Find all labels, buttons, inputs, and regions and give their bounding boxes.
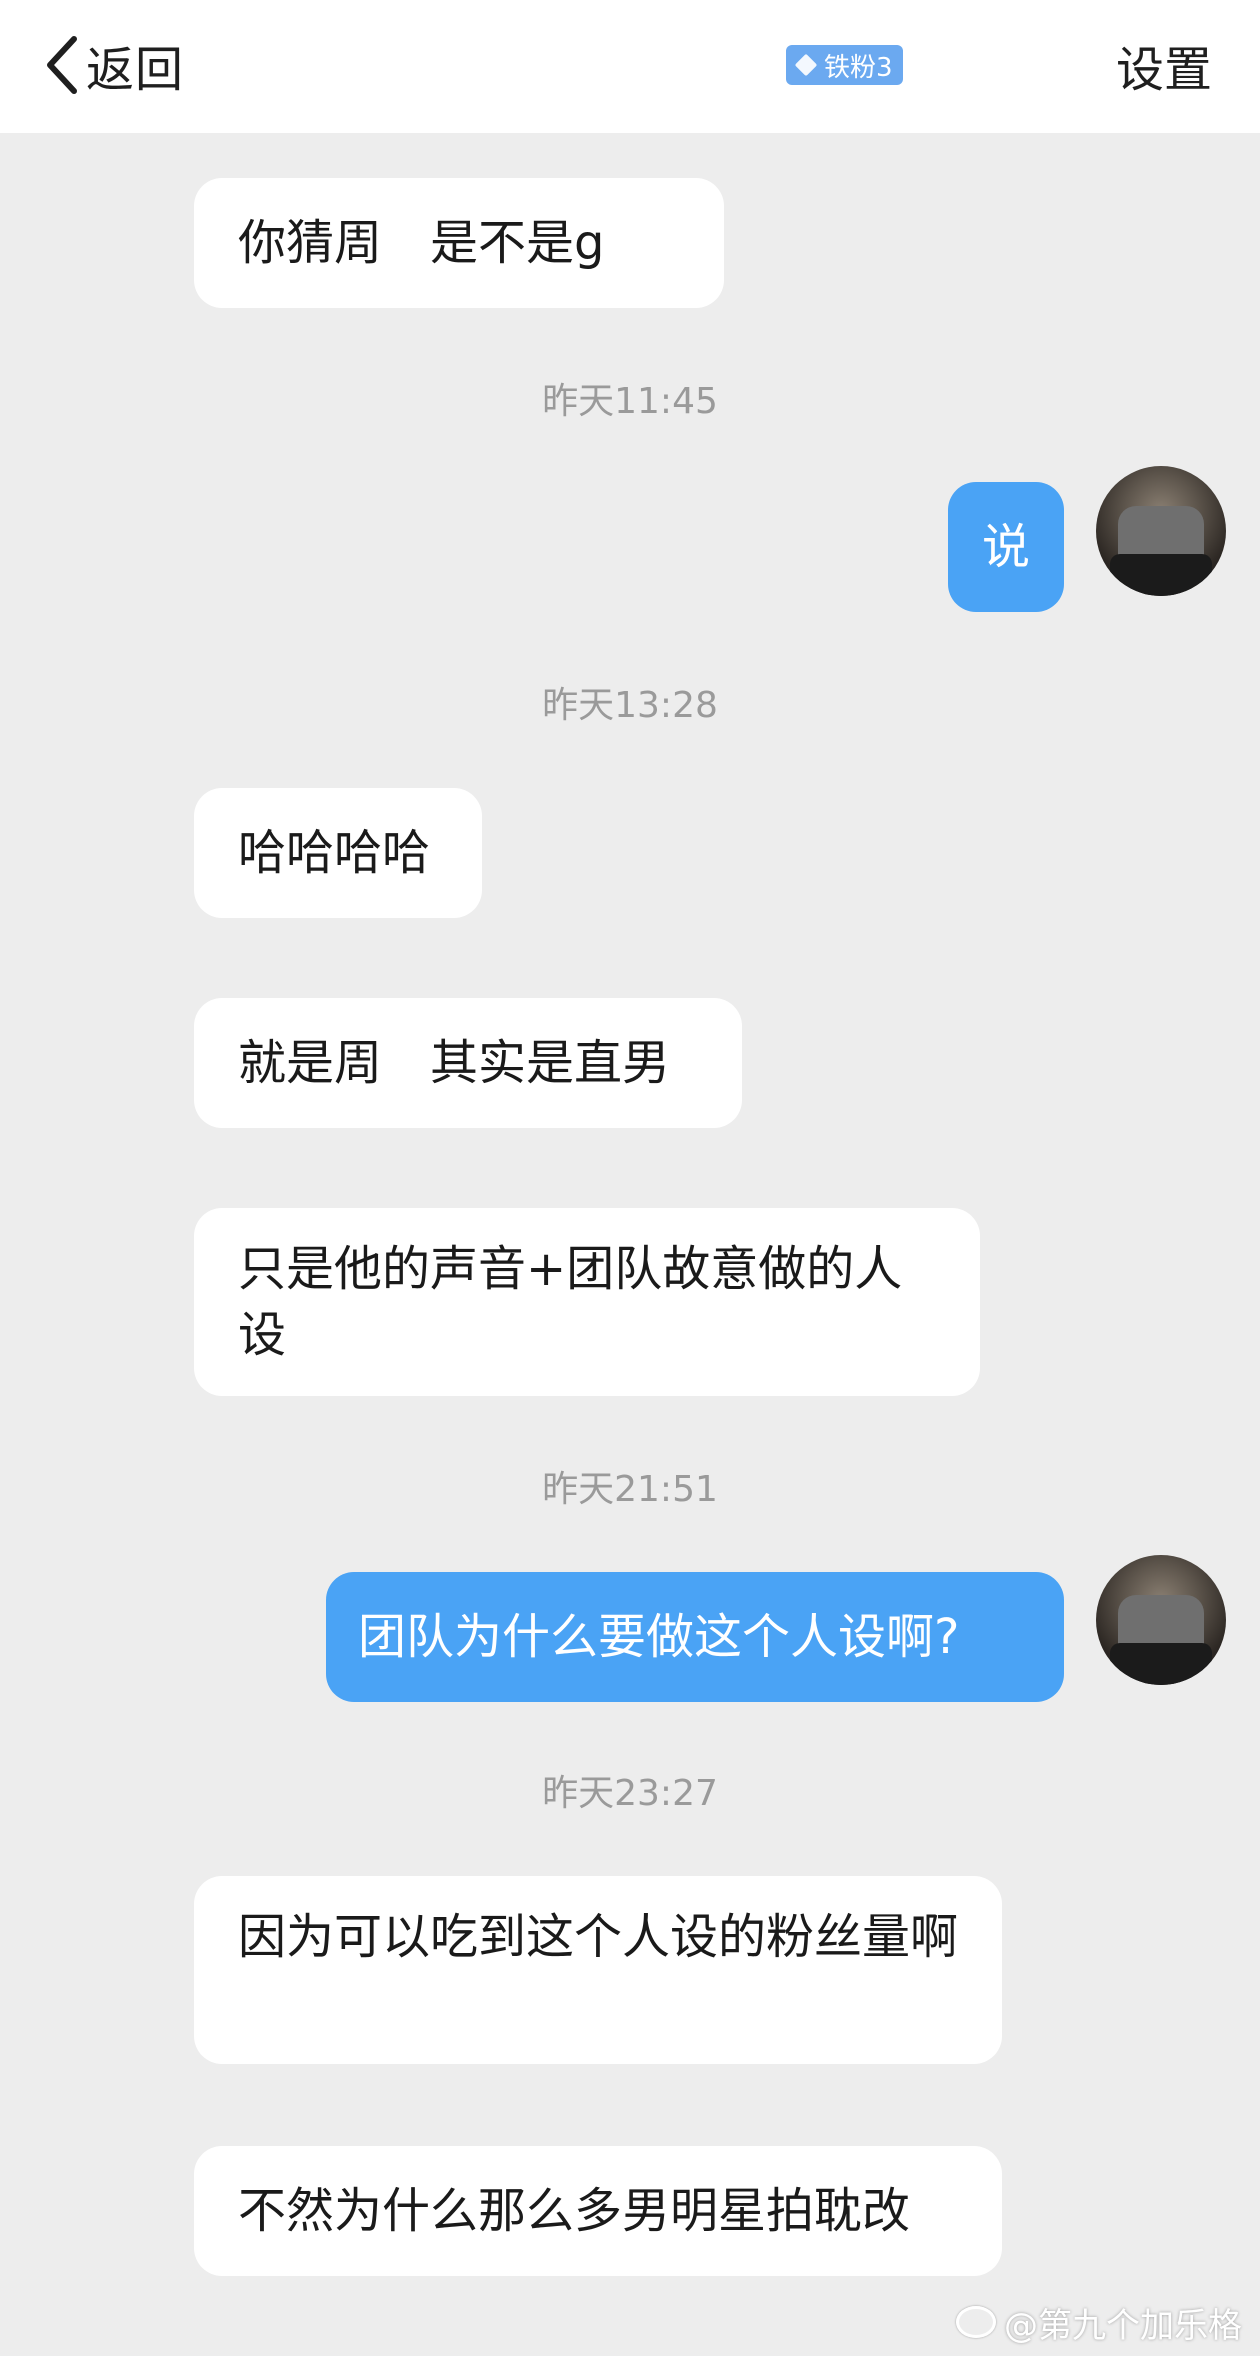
- timestamp: 昨天23:27: [542, 1773, 718, 1814]
- timestamp: 昨天21:51: [542, 1469, 718, 1510]
- timestamp: 昨天11:45: [542, 381, 718, 422]
- top-bar: 返回 铁粉3 设置: [0, 0, 1260, 133]
- back-button[interactable]: 返回: [44, 30, 184, 100]
- watermark-label: @第九个加乐格: [1004, 2305, 1242, 2346]
- weibo-icon: [956, 2306, 996, 2338]
- message-bubble-incoming[interactable]: 因为可以吃到这个人设的粉丝量啊: [194, 1876, 1002, 2064]
- message-bubble-outgoing[interactable]: 团队为什么要做这个人设啊?: [326, 1572, 1064, 1702]
- settings-button[interactable]: 设置: [1116, 30, 1212, 100]
- timestamp: 昨天13:28: [542, 685, 718, 726]
- chevron-left-icon: [44, 35, 80, 95]
- message-bubble-incoming[interactable]: 哈哈哈哈: [194, 788, 482, 918]
- diamond-icon: [794, 53, 818, 77]
- message-bubble-incoming[interactable]: 你猜周 是不是g: [194, 178, 724, 308]
- badge-label: 铁粉3: [824, 52, 893, 83]
- message-bubble-incoming[interactable]: 就是周 其实是直男: [194, 998, 742, 1128]
- back-label: 返回: [86, 42, 185, 98]
- watermark: @第九个加乐格: [956, 2302, 1242, 2346]
- fan-level-badge[interactable]: 铁粉3: [786, 45, 903, 85]
- message-bubble-incoming[interactable]: 只是他的声音+团队故意做的人设: [194, 1208, 980, 1396]
- message-bubble-incoming[interactable]: 不然为什么那么多男明星拍耽改: [194, 2146, 1002, 2276]
- avatar[interactable]: [1096, 1555, 1226, 1685]
- message-bubble-outgoing[interactable]: 说: [948, 482, 1064, 612]
- avatar[interactable]: [1096, 466, 1226, 596]
